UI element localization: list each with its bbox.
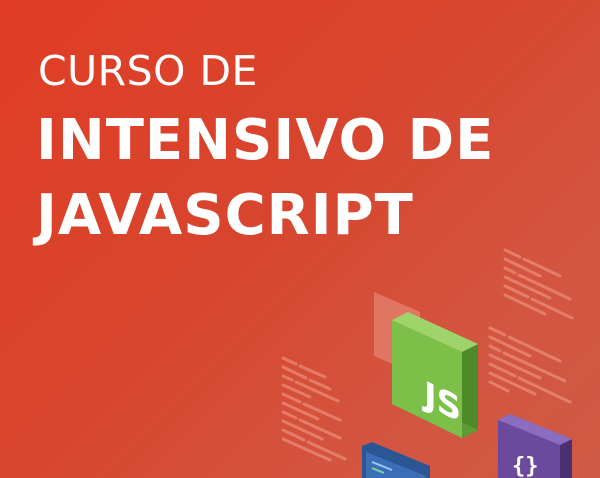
js-badge: JS — [392, 312, 478, 438]
title-line-curso-de: CURSO DE — [38, 47, 258, 95]
code-lines-right — [488, 248, 574, 404]
braces-badge: {} — [498, 414, 572, 478]
title-line-javascript: JAVASCRIPT — [36, 183, 414, 248]
title-line-intensivo-de: INTENSIVO DE — [36, 108, 495, 173]
code-lines-left — [281, 356, 347, 462]
code-editor-monitor-icon — [362, 442, 430, 478]
course-banner: JS {} CURSO DE INTENSIVO DE JAVASCRIPT — [0, 0, 600, 478]
curly-braces-icon: {} — [512, 454, 539, 478]
